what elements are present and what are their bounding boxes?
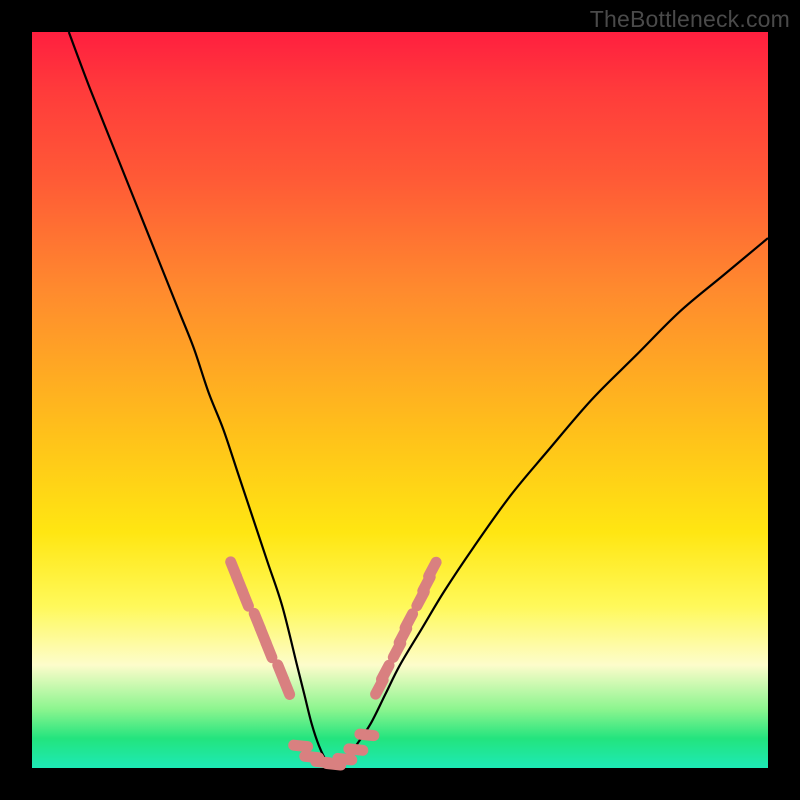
chart-svg bbox=[32, 32, 768, 768]
watermark-text: TheBottleneck.com bbox=[590, 6, 790, 33]
marker-segment bbox=[405, 614, 413, 628]
marker-segment bbox=[338, 758, 352, 759]
marker-segment bbox=[349, 749, 363, 750]
bottleneck-curve bbox=[69, 32, 768, 766]
plot-area bbox=[32, 32, 768, 768]
marker-segment bbox=[360, 734, 374, 735]
marker-segment bbox=[284, 680, 290, 695]
marker-segment bbox=[429, 562, 437, 576]
chart-frame: TheBottleneck.com bbox=[0, 0, 800, 800]
marker-group bbox=[231, 562, 436, 765]
marker-segment bbox=[242, 591, 248, 606]
marker-segment bbox=[266, 643, 272, 658]
marker-segment bbox=[294, 745, 308, 746]
marker-segment bbox=[382, 665, 390, 679]
